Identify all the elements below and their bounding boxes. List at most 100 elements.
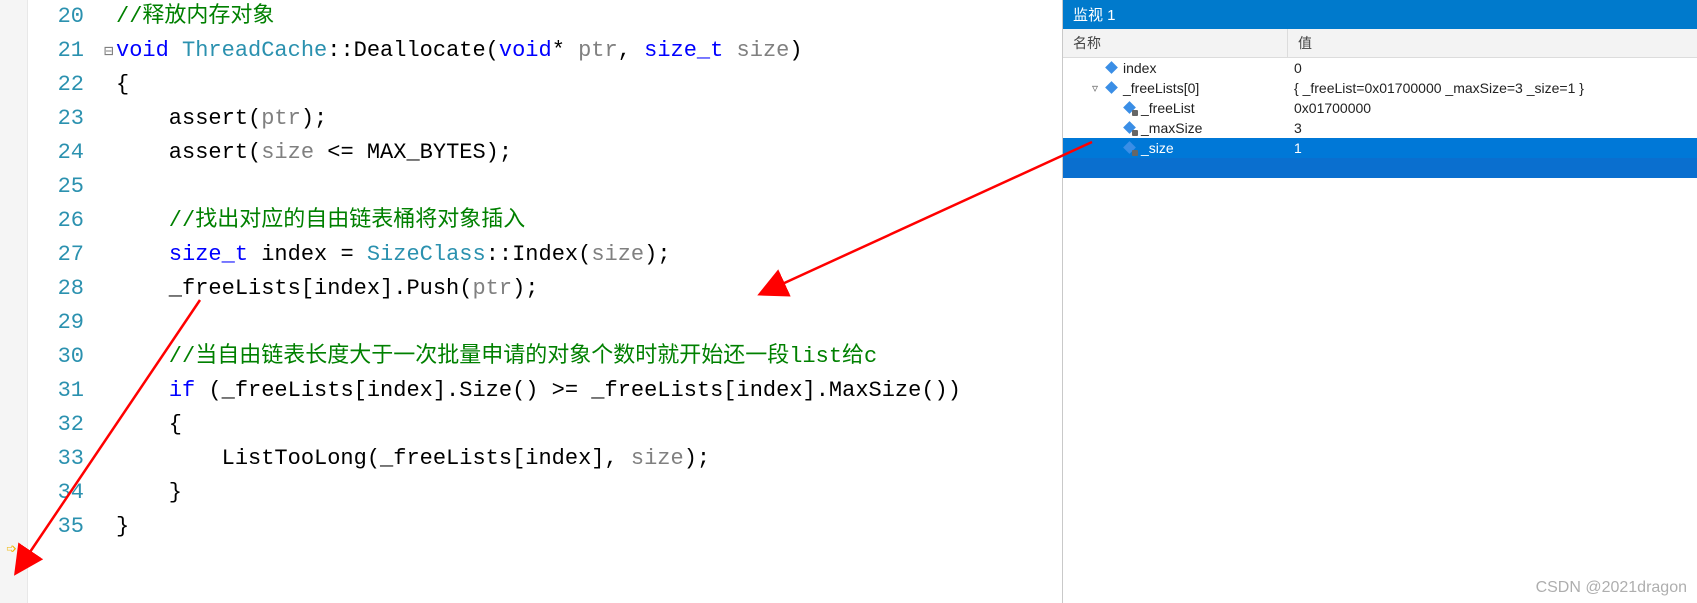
watch-var-value[interactable]: { _freeList=0x01700000 _maxSize=3 _size=… bbox=[1288, 78, 1697, 98]
expand-collapse-icon[interactable]: ▿ bbox=[1089, 78, 1101, 98]
code-editor[interactable]: ➩ 20212223242526272829303132333435 //释放内… bbox=[0, 0, 1062, 603]
code-line[interactable]: //当自由链表长度大于一次批量申请的对象个数时就开始还一段list给c bbox=[104, 340, 1062, 374]
watch-row-name-cell[interactable]: _maxSize bbox=[1063, 118, 1288, 138]
code-line[interactable]: assert(ptr); bbox=[104, 102, 1062, 136]
code-token: void bbox=[499, 38, 552, 63]
watch-var-value[interactable]: 0 bbox=[1288, 58, 1697, 78]
line-number-gutter: 20212223242526272829303132333435 bbox=[28, 0, 98, 603]
watch-row[interactable]: ▿ _freeLists[0] { _freeList=0x01700000 _ma… bbox=[1063, 78, 1697, 98]
code-token: size_t bbox=[644, 38, 736, 63]
watch-row-name-cell[interactable]: index bbox=[1063, 58, 1288, 78]
watch-row[interactable]: _size 1 bbox=[1063, 138, 1697, 158]
line-number: 22 bbox=[28, 68, 84, 102]
code-line[interactable]: } bbox=[104, 476, 1062, 510]
code-line[interactable] bbox=[104, 170, 1062, 204]
code-line[interactable]: if (_freeLists[index].Size() >= _freeLis… bbox=[104, 374, 1062, 408]
watch-row-name-cell[interactable]: ▿ _freeLists[0] bbox=[1063, 78, 1288, 98]
code-token: assert( bbox=[116, 140, 261, 165]
line-number: 24 bbox=[28, 136, 84, 170]
code-line[interactable]: } bbox=[104, 510, 1062, 544]
code-area[interactable]: //释放内存对象⊟void ThreadCache::Deallocate(vo… bbox=[98, 0, 1062, 603]
line-number: 26 bbox=[28, 204, 84, 238]
code-token: _freeLists[index].Push( bbox=[116, 276, 472, 301]
line-number: 33 bbox=[28, 442, 84, 476]
code-line[interactable]: ListTooLong(_freeLists[index], size); bbox=[104, 442, 1062, 476]
variable-icon bbox=[1105, 81, 1119, 95]
code-token: //找出对应的自由链表桶将对象插入 bbox=[116, 208, 525, 233]
variable-icon bbox=[1105, 61, 1119, 75]
code-token: size bbox=[631, 446, 684, 471]
line-number: 20 bbox=[28, 0, 84, 34]
line-number: 21 bbox=[28, 34, 84, 68]
code-token: if bbox=[169, 378, 195, 403]
line-number: 23 bbox=[28, 102, 84, 136]
watch-col-value[interactable]: 值 bbox=[1288, 29, 1697, 57]
code-token: ListTooLong(_freeLists[index], bbox=[116, 446, 631, 471]
code-line[interactable]: //释放内存对象 bbox=[104, 0, 1062, 34]
code-token bbox=[116, 242, 169, 267]
line-number: 31 bbox=[28, 374, 84, 408]
glyph-margin: ➩ bbox=[0, 0, 28, 603]
line-number: 30 bbox=[28, 340, 84, 374]
code-token: //当自由链表长度大于一次批量申请的对象个数时就开始还一段list给c bbox=[116, 344, 877, 369]
app-root: ➩ 20212223242526272829303132333435 //释放内… bbox=[0, 0, 1697, 603]
watermark: CSDN @2021dragon bbox=[1536, 579, 1687, 597]
watch-row[interactable]: _maxSize 3 bbox=[1063, 118, 1697, 138]
watch-var-name: _size bbox=[1141, 138, 1174, 158]
code-line[interactable]: ⊟void ThreadCache::Deallocate(void* ptr,… bbox=[104, 34, 1062, 68]
code-line[interactable]: size_t index = SizeClass::Index(size); bbox=[104, 238, 1062, 272]
code-token: size bbox=[591, 242, 644, 267]
code-line[interactable]: //找出对应的自由链表桶将对象插入 bbox=[104, 204, 1062, 238]
watch-row-name-cell[interactable]: _freeList bbox=[1063, 98, 1288, 118]
code-token: void bbox=[116, 38, 182, 63]
code-line[interactable]: _freeLists[index].Push(ptr); bbox=[104, 272, 1062, 306]
code-token: ThreadCache bbox=[182, 38, 327, 63]
code-token: //释放内存对象 bbox=[116, 4, 274, 29]
watch-header: 名称 值 bbox=[1063, 29, 1697, 58]
watch-panel-title: 监视 1 bbox=[1063, 0, 1697, 29]
code-token: } bbox=[116, 514, 129, 539]
code-line[interactable]: assert(size <= MAX_BYTES); bbox=[104, 136, 1062, 170]
code-token: ::Deallocate( bbox=[327, 38, 499, 63]
code-token: ptr bbox=[472, 276, 512, 301]
code-token: ); bbox=[512, 276, 538, 301]
code-line[interactable]: { bbox=[104, 68, 1062, 102]
watch-row[interactable]: _freeList 0x01700000 bbox=[1063, 98, 1697, 118]
line-number: 28 bbox=[28, 272, 84, 306]
code-token: size bbox=[261, 140, 314, 165]
watch-row[interactable]: index 0 bbox=[1063, 58, 1697, 78]
code-token: ptr bbox=[261, 106, 301, 131]
code-token: size bbox=[737, 38, 790, 63]
line-number: 32 bbox=[28, 408, 84, 442]
watch-var-name: _maxSize bbox=[1141, 118, 1202, 138]
code-line[interactable]: { bbox=[104, 408, 1062, 442]
watch-var-value[interactable]: 1 bbox=[1288, 138, 1697, 158]
watch-row-name-cell[interactable]: _size bbox=[1063, 138, 1288, 158]
watch-var-value[interactable]: 3 bbox=[1288, 118, 1697, 138]
code-token: } bbox=[116, 480, 182, 505]
watch-col-name[interactable]: 名称 bbox=[1063, 29, 1288, 57]
watch-var-name: _freeList bbox=[1141, 98, 1195, 118]
variable-icon bbox=[1123, 121, 1137, 135]
line-number: 27 bbox=[28, 238, 84, 272]
code-token: ); bbox=[301, 106, 327, 131]
code-token: <= MAX_BYTES); bbox=[314, 140, 512, 165]
code-token: size_t bbox=[169, 242, 248, 267]
outline-collapse-icon[interactable]: ⊟ bbox=[104, 35, 116, 69]
code-token: ) bbox=[789, 38, 802, 63]
line-number: 29 bbox=[28, 306, 84, 340]
code-token: SizeClass bbox=[367, 242, 486, 267]
code-line[interactable] bbox=[104, 306, 1062, 340]
line-number: 35 bbox=[28, 510, 84, 544]
code-token: , bbox=[618, 38, 644, 63]
code-token: ::Index( bbox=[486, 242, 592, 267]
code-token: index = bbox=[248, 242, 367, 267]
watch-var-name: index bbox=[1123, 58, 1156, 78]
code-token: * bbox=[552, 38, 578, 63]
code-token: { bbox=[116, 72, 129, 97]
watch-panel: 监视 1 名称 值 index 0 ▿ _freeLists[0] { _freeLis… bbox=[1062, 0, 1697, 603]
watch-var-name: _freeLists[0] bbox=[1123, 78, 1199, 98]
code-token bbox=[116, 378, 169, 403]
watch-var-value[interactable]: 0x01700000 bbox=[1288, 98, 1697, 118]
watch-new-row[interactable] bbox=[1063, 158, 1697, 178]
